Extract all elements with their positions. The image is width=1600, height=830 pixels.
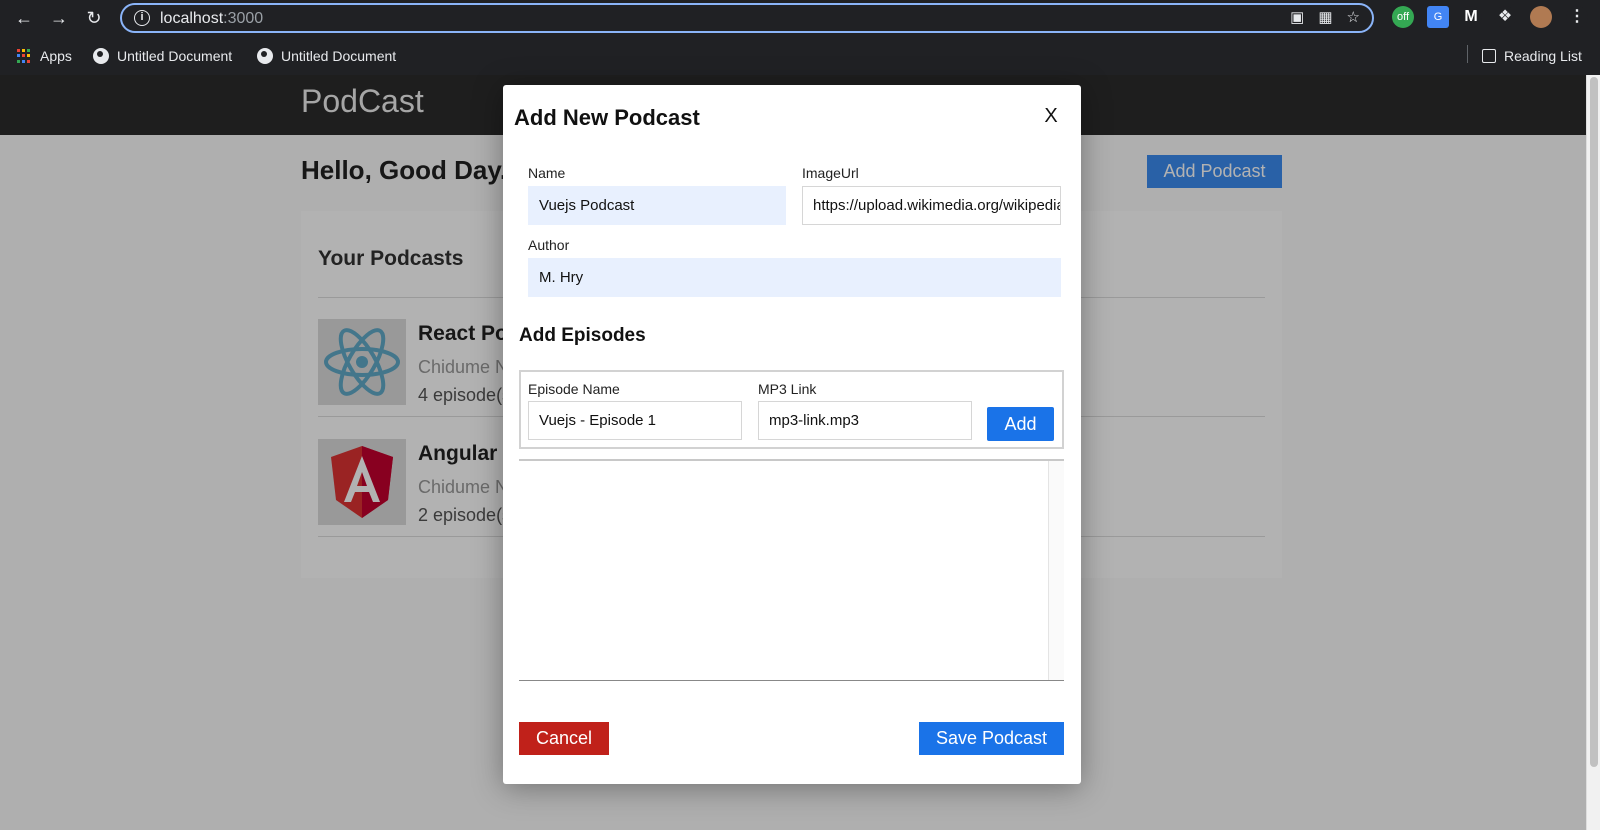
bookmark-separator xyxy=(1467,45,1468,63)
scrollbar-thumb[interactable] xyxy=(1590,77,1598,767)
bookmarks-bar: Apps Untitled Document Untitled Document… xyxy=(0,40,1600,75)
url-host: localhost xyxy=(160,10,224,27)
bookmark-untitled-1[interactable]: Untitled Document xyxy=(93,44,232,68)
episode-form: Episode Name Vuejs - Episode 1 MP3 Link … xyxy=(519,370,1064,449)
add-episode-button[interactable]: Add xyxy=(987,407,1054,441)
mp3-link-field[interactable]: mp3-link.mp3 xyxy=(758,401,972,440)
bookmark-star-icon[interactable]: ☆ xyxy=(1347,8,1360,26)
page-scrollbar[interactable] xyxy=(1586,75,1600,830)
bookmark-untitled-2[interactable]: Untitled Document xyxy=(257,44,396,68)
image-url-label: ImageUrl xyxy=(802,165,859,181)
bookmark-label: Apps xyxy=(40,48,72,64)
browser-chrome: ← → ↻ i localhost:3000 ▣ ▦ ☆ off G M ❖ ⋮… xyxy=(0,0,1600,75)
medium-extension-icon[interactable]: M xyxy=(1460,6,1482,28)
episode-list[interactable] xyxy=(519,459,1064,681)
reload-icon[interactable]: ↻ xyxy=(82,6,106,30)
reading-list-button[interactable]: Reading List xyxy=(1482,44,1582,68)
translate-extension-icon[interactable]: G xyxy=(1427,6,1449,28)
puzzle-extensions-icon[interactable]: ❖ xyxy=(1494,6,1516,28)
add-podcast-modal: Add New Podcast X Name Vuejs Podcast Ima… xyxy=(503,85,1081,784)
forward-arrow-icon[interactable]: → xyxy=(47,6,71,30)
cast-icon[interactable]: ▣ xyxy=(1290,8,1304,26)
back-arrow-icon[interactable]: ← xyxy=(12,6,36,30)
author-label: Author xyxy=(528,237,570,253)
name-field[interactable]: Vuejs Podcast xyxy=(528,186,786,225)
modal-title: Add New Podcast xyxy=(514,105,700,130)
address-url: localhost:3000 xyxy=(160,10,263,28)
bookmark-apps[interactable]: Apps xyxy=(17,44,72,68)
bookmark-label: Untitled Document xyxy=(117,48,233,64)
episode-name-field[interactable]: Vuejs - Episode 1 xyxy=(528,401,742,440)
episode-name-label: Episode Name xyxy=(528,381,620,397)
qr-code-icon[interactable]: ▦ xyxy=(1318,8,1332,26)
close-button[interactable]: X xyxy=(1041,105,1061,131)
globe-icon xyxy=(257,48,273,64)
address-bar[interactable]: i localhost:3000 ▣ ▦ ☆ xyxy=(120,3,1374,33)
cancel-button[interactable]: Cancel xyxy=(519,722,609,755)
name-label: Name xyxy=(528,165,566,181)
episode-list-scrollbar[interactable] xyxy=(1048,461,1064,680)
reading-list-label: Reading List xyxy=(1504,48,1582,64)
globe-icon xyxy=(93,48,109,64)
image-url-field[interactable]: https://upload.wikimedia.org/wikipedia xyxy=(802,186,1061,225)
mp3-link-label: MP3 Link xyxy=(758,381,817,397)
grammarly-extension-icon[interactable]: off xyxy=(1392,6,1414,28)
add-episodes-title: Add Episodes xyxy=(519,325,646,346)
kebab-menu-icon[interactable]: ⋮ xyxy=(1566,6,1588,28)
reading-list-icon xyxy=(1482,49,1496,63)
apps-grid-icon xyxy=(17,48,32,64)
save-podcast-button[interactable]: Save Podcast xyxy=(919,722,1064,755)
profile-avatar[interactable] xyxy=(1530,6,1552,28)
site-info-icon[interactable]: i xyxy=(134,10,150,26)
author-field[interactable]: M. Hry xyxy=(528,258,1061,297)
url-port: :3000 xyxy=(223,10,264,27)
bookmark-label: Untitled Document xyxy=(281,48,397,64)
extension-badge: off xyxy=(1396,11,1410,23)
